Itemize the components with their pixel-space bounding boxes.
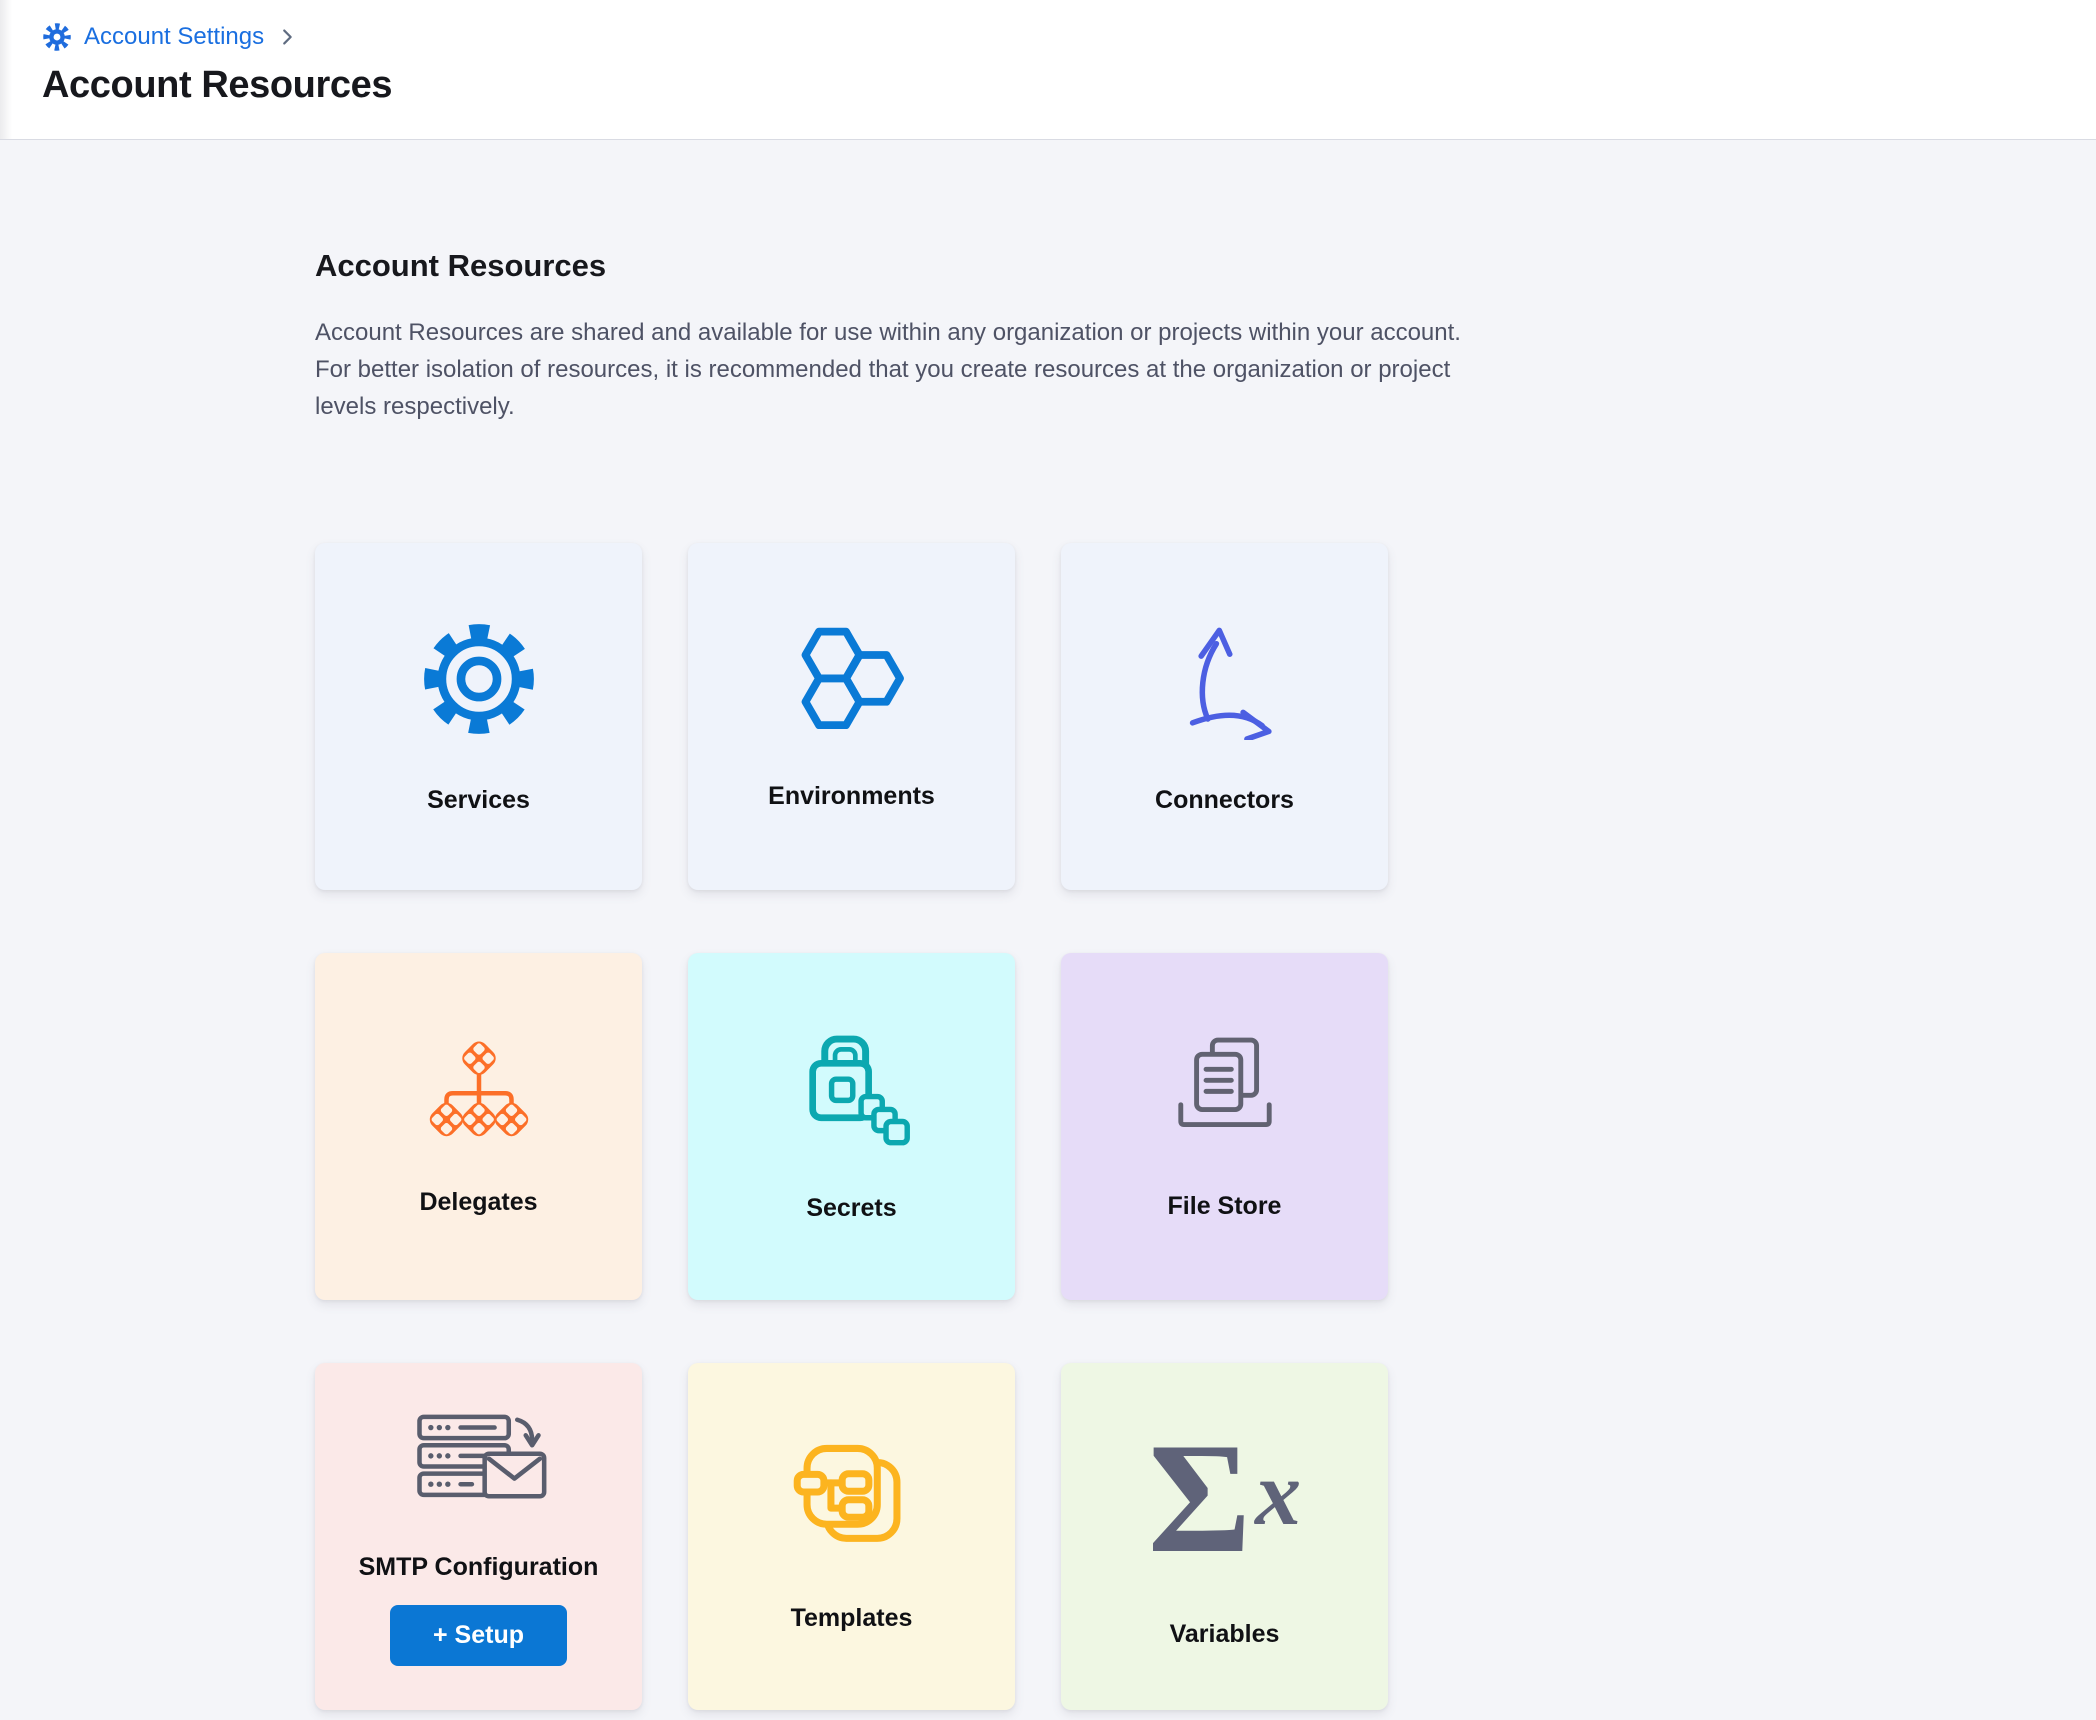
account-settings-gear-icon — [42, 22, 72, 52]
card-label: Environments — [768, 782, 935, 811]
chevron-right-icon — [276, 26, 298, 48]
split-arrows-icon — [1164, 618, 1286, 740]
card-secrets[interactable]: Secrets — [688, 953, 1015, 1300]
breadcrumb-account-settings-link[interactable]: Account Settings — [84, 23, 264, 51]
mail-server-icon — [408, 1407, 550, 1509]
page-title: Account Resources — [42, 64, 2096, 107]
breadcrumb[interactable]: Account Settings — [42, 22, 298, 52]
card-smtp-configuration[interactable]: SMTP Configuration + Setup — [315, 1363, 642, 1710]
description-line: levels respectively. — [315, 388, 2096, 425]
gear-icon — [418, 618, 540, 740]
card-connectors[interactable]: Connectors — [1061, 543, 1388, 890]
top-header: Account Settings Account Resources — [0, 0, 2096, 140]
card-delegates[interactable]: Delegates — [315, 953, 642, 1300]
card-file-store[interactable]: File Store — [1061, 953, 1388, 1300]
card-variables[interactable]: Σ x Variables — [1061, 1363, 1388, 1710]
card-label: Connectors — [1155, 786, 1294, 815]
card-label: SMTP Configuration — [359, 1553, 599, 1582]
hexagons-icon — [789, 622, 915, 736]
description-line: Account Resources are shared and availab… — [315, 314, 2096, 351]
description-line: For better isolation of resources, it is… — [315, 351, 2096, 388]
card-label: Delegates — [419, 1188, 537, 1217]
card-services[interactable]: Services — [315, 543, 642, 890]
card-label: File Store — [1168, 1192, 1282, 1221]
resource-card-grid: Services Environments — [315, 543, 2096, 1710]
smtp-setup-button[interactable]: + Setup — [390, 1605, 567, 1666]
card-label: Services — [427, 786, 530, 815]
lock-chain-icon — [793, 1030, 911, 1148]
documents-tray-icon — [1165, 1032, 1285, 1146]
card-label: Variables — [1170, 1620, 1280, 1649]
main-content: Account Resources Account Resources are … — [0, 140, 2096, 1710]
left-edge-strip — [0, 0, 12, 139]
section-heading: Account Resources — [315, 248, 2096, 284]
card-label: Secrets — [806, 1194, 896, 1223]
card-label: Templates — [791, 1604, 913, 1633]
card-environments[interactable]: Environments — [688, 543, 1015, 890]
delegates-hierarchy-icon — [419, 1037, 539, 1142]
section-description: Account Resources are shared and availab… — [315, 314, 2096, 425]
sigma-x-icon: Σ x — [1148, 1424, 1301, 1574]
card-templates[interactable]: Templates — [688, 1363, 1015, 1710]
templates-stack-icon — [793, 1440, 911, 1558]
